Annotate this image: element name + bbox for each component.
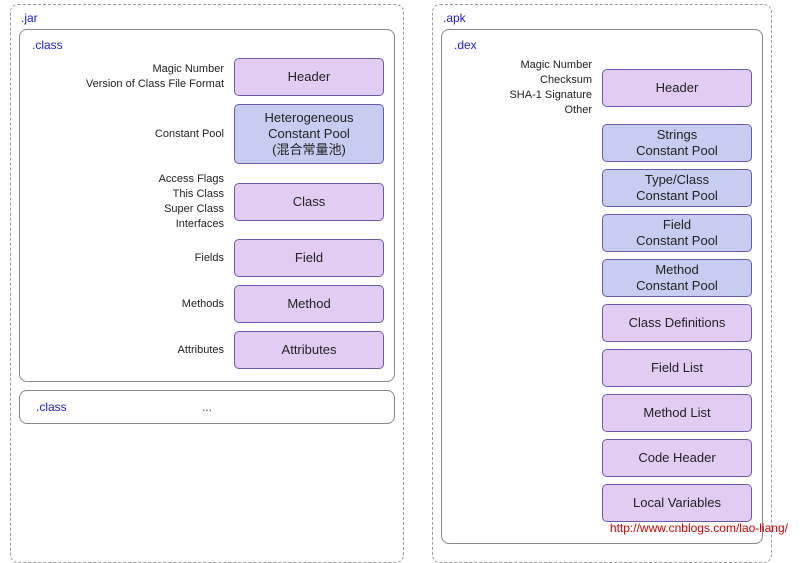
apk-block-method-pool: Method Constant Pool <box>602 259 752 297</box>
jar-row-constant-pool: Constant Pool Heterogeneous Constant Poo… <box>30 104 384 164</box>
apk-block-code-header: Code Header <box>602 439 752 477</box>
jar-block-method: Method <box>234 285 384 323</box>
apk-row-labels: Magic Number Checksum SHA-1 Signature Ot… <box>480 58 592 117</box>
apk-row-method-pool: Method Constant Pool <box>452 259 752 297</box>
class-box-collapsed-title: .class <box>34 400 67 414</box>
apk-row-method-list: Method List <box>452 394 752 432</box>
apk-container: .apk .dex Magic Number Checksum SHA-1 Si… <box>432 4 772 563</box>
dex-box-title: .dex <box>452 38 752 52</box>
jar-row-labels: Constant Pool <box>30 127 224 142</box>
apk-row-field-list: Field List <box>452 349 752 387</box>
apk-block-strings-pool: Strings Constant Pool <box>602 124 752 162</box>
jar-row-labels: Methods <box>30 297 224 312</box>
jar-row-header: Magic Number Version of Class File Forma… <box>30 58 384 96</box>
apk-row-strings-pool: Strings Constant Pool <box>452 124 752 162</box>
jar-row-labels: Attributes <box>30 343 224 358</box>
jar-row-labels: Fields <box>30 251 224 266</box>
dex-box: .dex Magic Number Checksum SHA-1 Signatu… <box>441 29 763 544</box>
apk-row-local-vars: Local Variables <box>452 484 752 522</box>
ellipsis: ... <box>202 400 212 414</box>
apk-row-field-pool: Field Constant Pool <box>452 214 752 252</box>
apk-block-field-pool: Field Constant Pool <box>602 214 752 252</box>
jar-block-field: Field <box>234 239 384 277</box>
jar-container: .jar .class Magic Number Version of Clas… <box>10 4 404 563</box>
jar-row-attributes: Attributes Attributes <box>30 331 384 369</box>
jar-block-attributes: Attributes <box>234 331 384 369</box>
jar-block-header: Header <box>234 58 384 96</box>
apk-block-header: Header <box>602 69 752 107</box>
class-box-collapsed: .class ... <box>19 390 395 424</box>
jar-block-class: Class <box>234 183 384 221</box>
jar-row-labels: Access Flags This Class Super Class Inte… <box>30 172 224 231</box>
apk-block-type-pool: Type/Class Constant Pool <box>602 169 752 207</box>
apk-row-code-header: Code Header <box>452 439 752 477</box>
jar-block-constant-pool: Heterogeneous Constant Pool (混合常量池) <box>234 104 384 164</box>
source-url: http://www.cnblogs.com/lao-liang/ <box>610 521 788 535</box>
apk-row-header: Magic Number Checksum SHA-1 Signature Ot… <box>452 58 752 117</box>
apk-block-field-list: Field List <box>602 349 752 387</box>
class-box: .class Magic Number Version of Class Fil… <box>19 29 395 382</box>
apk-row-type-pool: Type/Class Constant Pool <box>452 169 752 207</box>
apk-row-class-defs: Class Definitions <box>452 304 752 342</box>
jar-title: .jar <box>19 11 395 25</box>
jar-row-field: Fields Field <box>30 239 384 277</box>
apk-block-class-defs: Class Definitions <box>602 304 752 342</box>
jar-row-method: Methods Method <box>30 285 384 323</box>
jar-row-class: Access Flags This Class Super Class Inte… <box>30 172 384 231</box>
apk-block-method-list: Method List <box>602 394 752 432</box>
apk-title: .apk <box>441 11 763 25</box>
class-box-title: .class <box>30 38 384 52</box>
apk-block-local-vars: Local Variables <box>602 484 752 522</box>
jar-row-labels: Magic Number Version of Class File Forma… <box>30 62 224 92</box>
